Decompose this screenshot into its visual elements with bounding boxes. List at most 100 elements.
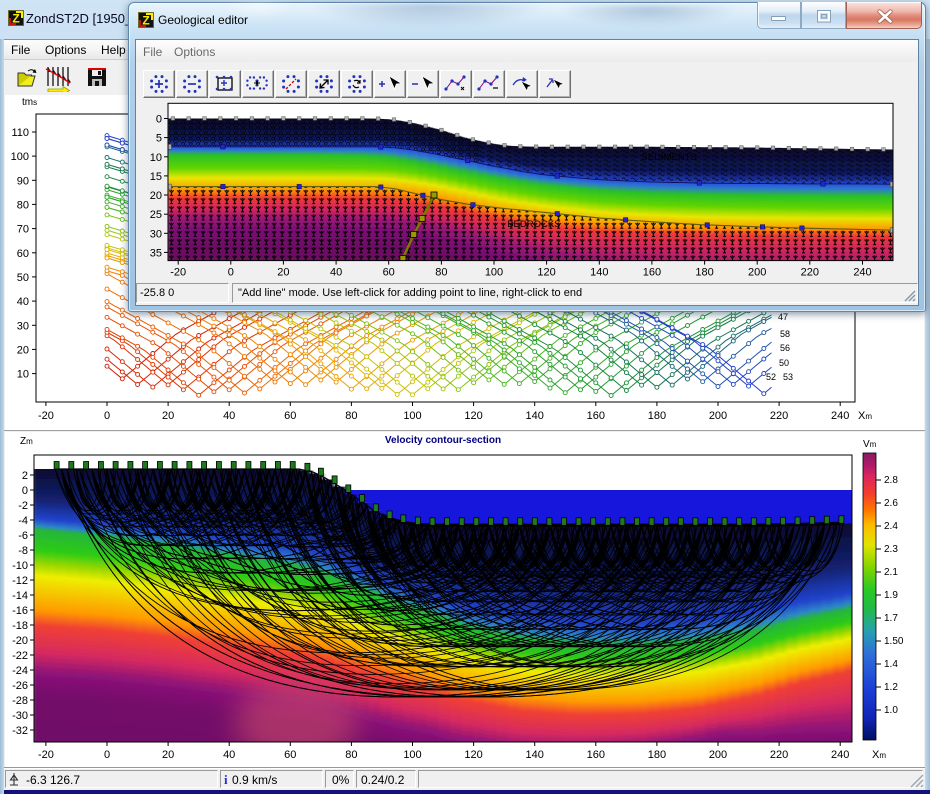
svg-text:-20: -20 xyxy=(38,749,54,761)
svg-text:100: 100 xyxy=(485,267,503,279)
svg-text:30: 30 xyxy=(17,320,29,332)
svg-text:58: 58 xyxy=(780,329,790,339)
svg-text:0: 0 xyxy=(104,749,110,761)
svg-text:80: 80 xyxy=(345,410,357,422)
svg-text:15: 15 xyxy=(150,171,162,183)
svg-text:60: 60 xyxy=(17,248,29,260)
svg-text:30: 30 xyxy=(150,228,162,240)
svg-text:47: 47 xyxy=(778,312,788,322)
svg-text:60: 60 xyxy=(284,749,296,761)
svg-text:60: 60 xyxy=(284,410,296,422)
svg-text:52: 52 xyxy=(766,372,776,382)
svg-text:tms: tms xyxy=(22,97,37,108)
svg-text:-20: -20 xyxy=(12,635,28,647)
svg-text:180: 180 xyxy=(648,749,666,761)
svg-text:80: 80 xyxy=(17,199,29,211)
svg-text:35: 35 xyxy=(150,247,162,259)
svg-text:-4: -4 xyxy=(18,515,28,527)
svg-text:1.7: 1.7 xyxy=(884,613,898,624)
svg-text:1.50: 1.50 xyxy=(884,636,904,647)
svg-text:-30: -30 xyxy=(12,710,28,722)
svg-text:Xm: Xm xyxy=(872,749,886,761)
svg-text:200: 200 xyxy=(709,410,727,422)
svg-text:0: 0 xyxy=(22,485,28,497)
svg-text:-8: -8 xyxy=(18,545,28,557)
svg-text:20: 20 xyxy=(162,749,174,761)
svg-text:240: 240 xyxy=(831,749,849,761)
svg-text:140: 140 xyxy=(590,267,608,279)
svg-text:70: 70 xyxy=(17,224,29,236)
svg-text:180: 180 xyxy=(648,410,666,422)
svg-text:10: 10 xyxy=(17,369,29,381)
svg-text:60: 60 xyxy=(383,267,395,279)
svg-text:0: 0 xyxy=(104,410,110,422)
svg-text:10: 10 xyxy=(150,152,162,164)
svg-text:BEDROCKS: BEDROCKS xyxy=(507,219,560,230)
svg-text:-2: -2 xyxy=(18,500,28,512)
svg-text:100: 100 xyxy=(403,749,421,761)
svg-text:Xm: Xm xyxy=(858,410,872,422)
svg-text:140: 140 xyxy=(526,749,544,761)
svg-text:-20: -20 xyxy=(170,267,186,279)
svg-text:-14: -14 xyxy=(12,590,28,602)
svg-text:1.0: 1.0 xyxy=(884,705,898,716)
svg-text:-28: -28 xyxy=(12,695,28,707)
svg-text:-16: -16 xyxy=(12,605,28,617)
svg-text:20: 20 xyxy=(17,344,29,356)
svg-text:200: 200 xyxy=(748,267,766,279)
svg-text:SEDIMENTS: SEDIMENTS xyxy=(641,152,696,163)
svg-text:80: 80 xyxy=(435,267,447,279)
svg-text:5: 5 xyxy=(156,133,162,145)
svg-text:-26: -26 xyxy=(12,680,28,692)
svg-text:220: 220 xyxy=(770,410,788,422)
svg-text:50: 50 xyxy=(17,272,29,284)
svg-text:1.2: 1.2 xyxy=(884,682,898,693)
svg-text:110: 110 xyxy=(11,127,29,139)
svg-text:-22: -22 xyxy=(12,650,28,662)
svg-text:220: 220 xyxy=(770,749,788,761)
svg-text:-20: -20 xyxy=(38,410,54,422)
svg-text:240: 240 xyxy=(831,410,849,422)
svg-text:100: 100 xyxy=(11,151,29,163)
svg-text:40: 40 xyxy=(17,296,29,308)
svg-text:-24: -24 xyxy=(12,665,28,677)
svg-text:-10: -10 xyxy=(12,560,28,572)
svg-text:120: 120 xyxy=(537,267,555,279)
svg-text:20: 20 xyxy=(162,410,174,422)
svg-text:-32: -32 xyxy=(12,725,28,737)
svg-text:0: 0 xyxy=(156,114,162,126)
svg-text:Velocity contour-section: Velocity contour-section xyxy=(385,435,501,446)
svg-text:50: 50 xyxy=(779,358,789,368)
svg-text:2.4: 2.4 xyxy=(884,521,898,532)
svg-text:56: 56 xyxy=(780,343,790,353)
svg-text:25: 25 xyxy=(150,209,162,221)
svg-text:0: 0 xyxy=(228,267,234,279)
svg-text:-12: -12 xyxy=(12,575,28,587)
svg-text:100: 100 xyxy=(403,410,421,422)
svg-text:180: 180 xyxy=(695,267,713,279)
svg-text:90: 90 xyxy=(17,175,29,187)
svg-text:120: 120 xyxy=(464,410,482,422)
svg-text:-18: -18 xyxy=(12,620,28,632)
svg-text:2.6: 2.6 xyxy=(884,498,898,509)
svg-text:160: 160 xyxy=(587,749,605,761)
svg-text:-6: -6 xyxy=(18,530,28,542)
svg-text:2.1: 2.1 xyxy=(884,567,898,578)
svg-text:20: 20 xyxy=(277,267,289,279)
svg-text:1.4: 1.4 xyxy=(884,659,898,670)
svg-text:200: 200 xyxy=(709,749,727,761)
svg-text:Z: Z xyxy=(142,14,149,28)
svg-text:80: 80 xyxy=(345,749,357,761)
svg-text:53: 53 xyxy=(783,372,793,382)
svg-text:Zm: Zm xyxy=(20,436,33,447)
svg-text:2.8: 2.8 xyxy=(884,475,898,486)
svg-text:160: 160 xyxy=(587,410,605,422)
svg-text:40: 40 xyxy=(223,749,235,761)
svg-text:Vm: Vm xyxy=(863,439,877,450)
svg-text:1.9: 1.9 xyxy=(884,590,898,601)
svg-text:2: 2 xyxy=(22,470,28,482)
svg-text:220: 220 xyxy=(801,267,819,279)
svg-text:2.3: 2.3 xyxy=(884,544,898,555)
svg-text:140: 140 xyxy=(526,410,544,422)
svg-text:160: 160 xyxy=(643,267,661,279)
